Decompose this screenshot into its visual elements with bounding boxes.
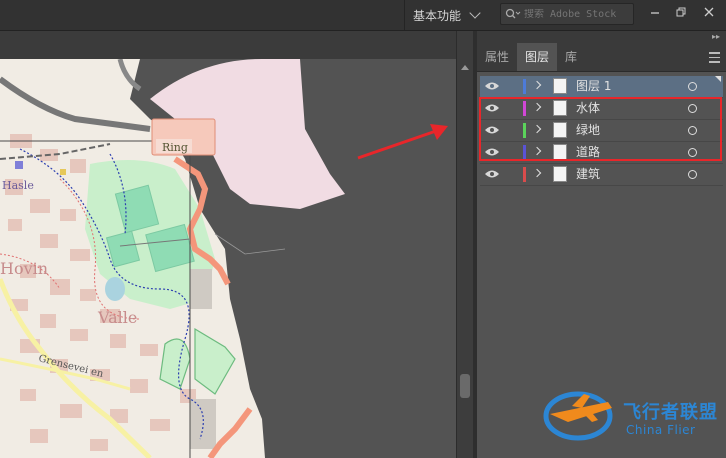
layer-color-swatch: [523, 79, 526, 94]
eye-icon[interactable]: [484, 81, 500, 91]
map-label-valle: Valle: [97, 308, 137, 327]
scroll-thumb[interactable]: [460, 374, 470, 398]
search-input[interactable]: [524, 8, 624, 20]
restore-button[interactable]: [670, 0, 692, 24]
layer-name[interactable]: 图层 1: [576, 76, 611, 97]
expand-chevron-icon[interactable]: [532, 168, 542, 178]
target-circle-icon[interactable]: [688, 82, 697, 91]
panel-tabs: 属性 图层 库: [477, 43, 726, 72]
watermark-en-text: China Flier: [626, 423, 696, 437]
tab-properties[interactable]: 属性: [477, 43, 517, 71]
minimize-button[interactable]: [644, 0, 666, 24]
watermark: 飞行者联盟 China Flier: [538, 378, 726, 448]
workspace-switcher[interactable]: 基本功能: [404, 0, 487, 30]
layer-thumbnail: [553, 78, 567, 94]
tab-libraries[interactable]: 库: [557, 43, 585, 71]
china-flier-logo-icon: [543, 391, 613, 441]
map-artwork: Ring Hasle Hovin Valle Grensevei en: [0, 59, 456, 458]
expand-chevron-icon[interactable]: [532, 80, 542, 90]
annotation-highlight-box: [479, 97, 722, 161]
chevron-down-icon: [469, 7, 481, 19]
canvas-vertical-scrollbar[interactable]: [456, 31, 473, 458]
layer-thumbnail: [553, 166, 567, 182]
map-label-hasle: Hasle: [2, 179, 34, 192]
collapse-panel-icon[interactable]: ▸▸: [712, 31, 720, 43]
layer-color-swatch: [523, 167, 526, 182]
document-tab-bar: [0, 31, 456, 59]
watermark-cn-text: 飞行者联盟: [623, 402, 718, 423]
minimize-icon: [651, 12, 659, 14]
app-top-bar: 基本功能: [0, 0, 726, 31]
restore-icon: [676, 7, 685, 16]
layer-row-layer1[interactable]: 图层 1: [480, 76, 723, 98]
map-label-hovin: Hovin: [0, 259, 48, 278]
close-icon: [704, 7, 714, 17]
eye-icon[interactable]: [484, 169, 500, 179]
tab-layers[interactable]: 图层: [517, 43, 558, 71]
map-label-ring: Ring: [162, 141, 188, 154]
search-icon: [505, 8, 521, 19]
target-circle-icon[interactable]: [688, 170, 697, 179]
selection-corner-icon: [715, 76, 721, 82]
scroll-up-icon[interactable]: [461, 65, 469, 70]
panel-header: ▸▸: [477, 31, 726, 43]
adobe-stock-search[interactable]: [500, 3, 634, 25]
panel-menu-icon[interactable]: [709, 52, 720, 66]
layer-name[interactable]: 建筑: [576, 164, 600, 185]
close-button[interactable]: [698, 0, 720, 24]
workspace-label: 基本功能: [413, 8, 462, 23]
layer-row-buildings[interactable]: 建筑: [480, 164, 723, 186]
artboard-canvas[interactable]: Ring Hasle Hovin Valle Grensevei en: [0, 59, 456, 458]
